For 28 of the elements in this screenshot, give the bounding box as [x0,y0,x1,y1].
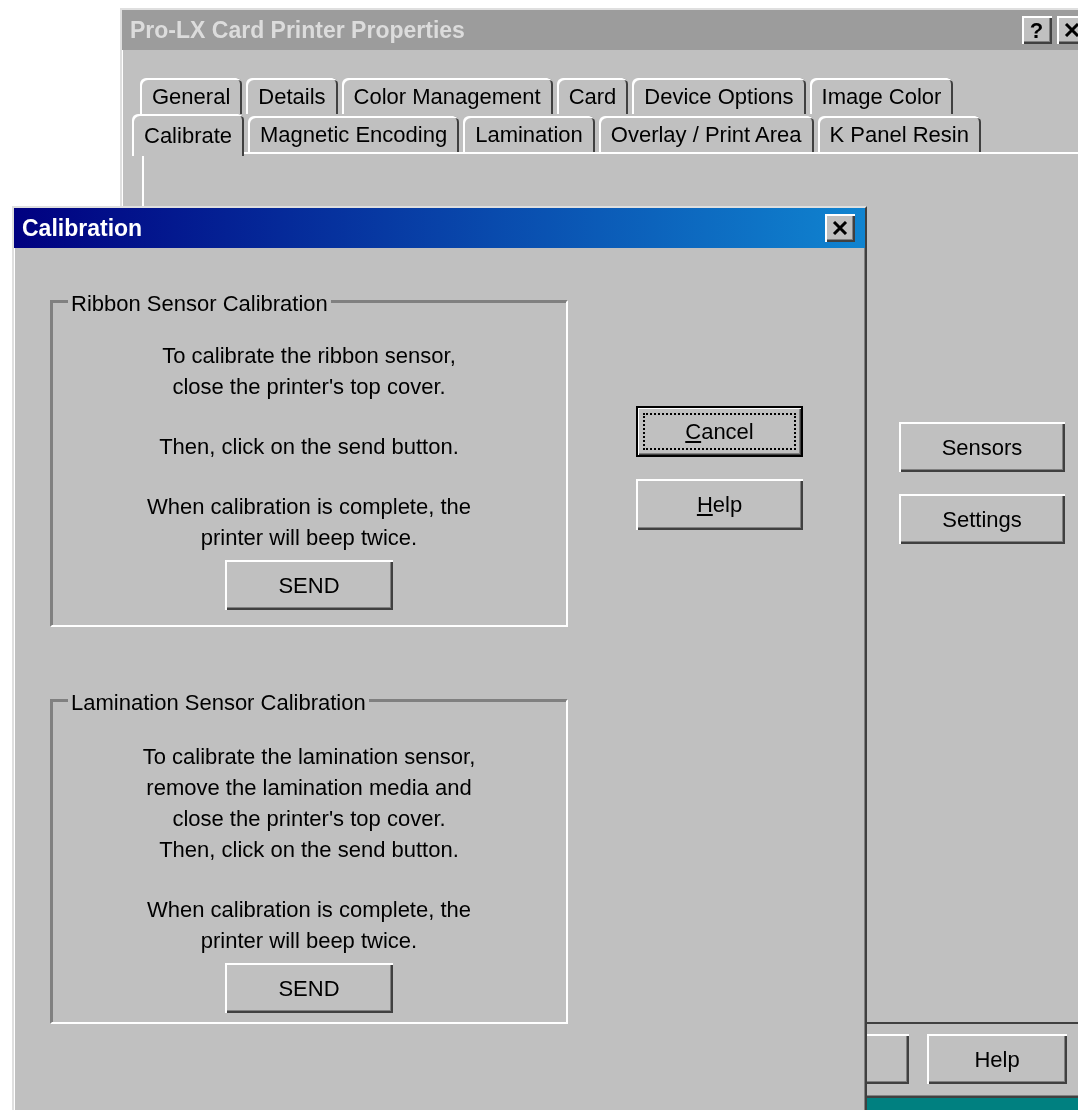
send-button[interactable]: SEND [225,963,393,1013]
tab[interactable]: Calibrate [132,114,245,156]
window-title: Pro-LX Card Printer Properties [130,15,466,45]
tab[interactable]: Image Color [809,78,954,114]
close-icon [1064,23,1078,37]
tab[interactable]: Device Options [632,78,806,114]
cancel-button[interactable]: Cancel [636,406,803,457]
close-button[interactable] [825,214,855,242]
instruction-text: To calibrate the ribbon sensor, close the printer's top cover. [162,342,456,401]
help-button[interactable]: Help [636,479,803,530]
help-button[interactable]: Help [927,1034,1067,1084]
send-button[interactable]: SEND [225,560,393,610]
instruction-text: Then, click on the send button. [159,433,459,461]
tab[interactable]: Details [246,78,338,114]
instruction-text: When calibration is complete, the printer will beep twice. [146,896,472,955]
close-icon [832,221,848,235]
tab[interactable]: Lamination [463,116,595,152]
button[interactable]: Settings [899,494,1065,544]
tab[interactable]: Overlay / Print Area [598,116,814,152]
dialog-title: Calibration [22,213,144,243]
tab[interactable]: General [140,78,243,114]
tab[interactable]: Card [556,78,629,114]
instruction-text: To calibrate the lamination sensor, remove the lamination media and close the printer's top cover. Then, click on the send button. [142,743,476,864]
tab[interactable]: Color Management [341,78,553,114]
instruction-text: When calibration is complete, the printer will beep twice. [146,493,472,552]
tab[interactable]: Magnetic Encoding [248,116,460,152]
tab[interactable]: K Panel Resin [817,116,981,152]
button[interactable]: Sensors [899,422,1065,472]
